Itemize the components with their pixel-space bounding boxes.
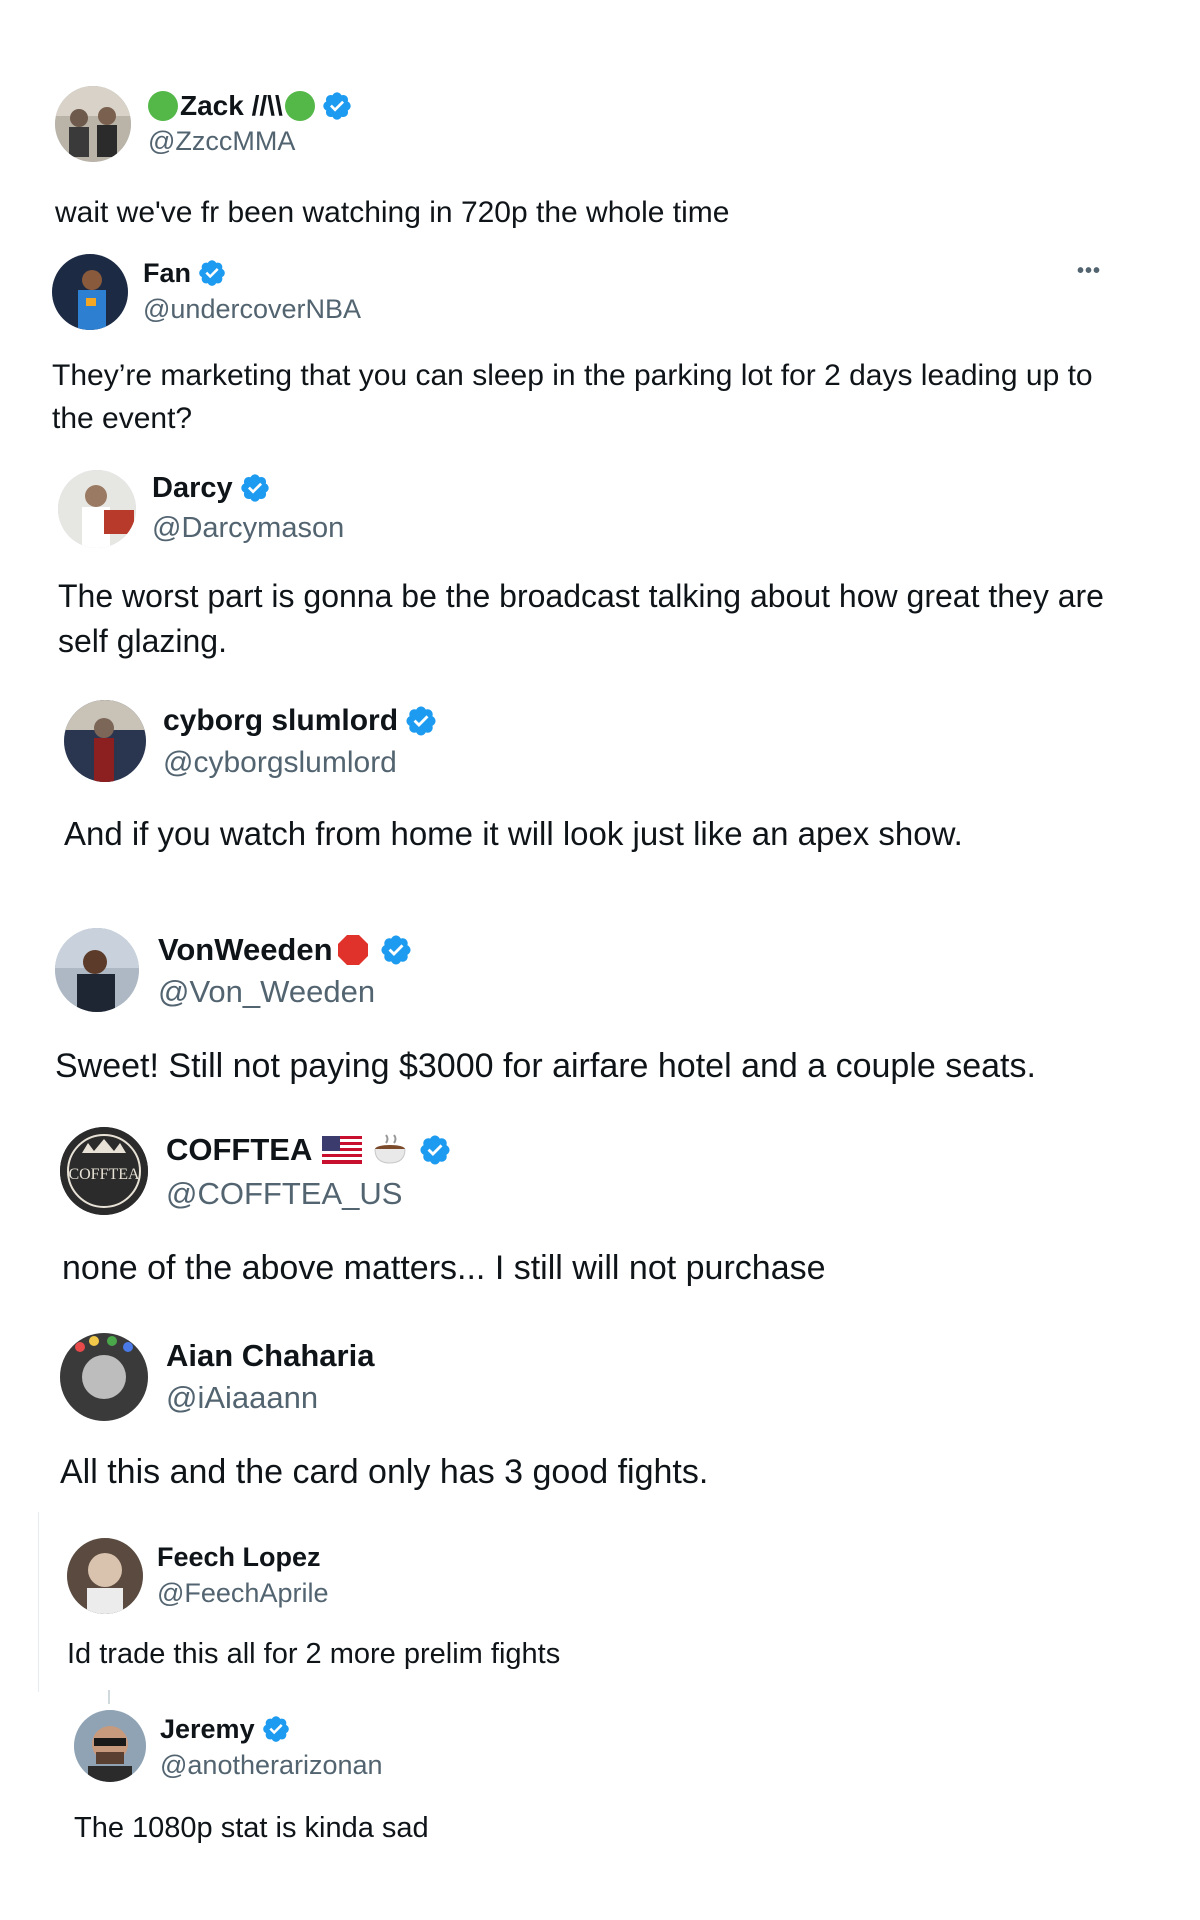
display-name[interactable]: Zack //\\ [180,90,283,122]
avatar[interactable] [60,1333,148,1421]
display-name-row: cyborg slumlord [163,702,438,740]
display-name[interactable]: cyborg slumlord [163,704,398,738]
verified-badge-icon [404,704,438,738]
display-name-row: Zack //\\ [148,88,353,124]
us-flag-emoji [322,1136,363,1164]
post-text: All this and the card only has 3 good fi… [60,1453,709,1491]
handle[interactable]: @COFFTEA_US [166,1176,402,1212]
display-name-row: Jeremy [160,1712,291,1746]
avatar[interactable]: COFFTEA [60,1127,148,1215]
handle[interactable]: @Von_Weeden [158,974,375,1010]
post-text: The worst part is gonna be the broadcast… [58,578,1104,660]
display-name-row: Aian Chaharia [166,1336,374,1376]
avatar[interactable] [64,700,146,782]
handle[interactable]: @iAiaaann [166,1380,318,1416]
avatar[interactable] [67,1538,143,1614]
avatar-logo-text: COFFTEA [68,1166,140,1183]
thread-line [108,1690,110,1704]
display-name[interactable]: Aian Chaharia [166,1338,374,1374]
display-name[interactable]: Fan [143,258,191,289]
display-name-row: COFFTEA [166,1130,452,1170]
green-circle-emoji [284,91,315,121]
display-name[interactable]: Jeremy [160,1714,255,1745]
display-name[interactable]: VonWeeden [158,932,333,968]
verified-badge-icon [239,472,271,504]
avatar[interactable] [52,254,128,330]
handle[interactable]: @anotherarizonan [160,1750,383,1781]
display-name[interactable]: Feech Lopez [157,1542,321,1573]
more-options-icon[interactable]: ••• [1077,260,1101,283]
avatar[interactable] [55,928,139,1012]
post-text: The 1080p stat is kinda sad [74,1812,429,1844]
verified-badge-icon [321,90,353,122]
display-name[interactable]: COFFTEA [166,1132,312,1168]
handle[interactable]: @undercoverNBA [143,294,361,325]
post-text: wait we've fr been watching in 720p the … [55,196,730,229]
display-name-row: Fan [143,256,227,290]
post-text: Sweet! Still not paying $3000 for airfar… [55,1047,1036,1085]
avatar[interactable] [74,1710,146,1782]
avatar[interactable] [55,86,131,162]
hot-beverage-emoji [372,1133,410,1167]
handle[interactable]: @ZzccMMA [148,126,295,157]
display-name-row: Darcy [152,470,271,506]
handle[interactable]: @FeechAprile [157,1578,328,1609]
handle[interactable]: @Darcymason [152,512,344,545]
avatar[interactable] [58,470,136,548]
display-name-row: VonWeeden [158,930,413,970]
verified-badge-icon [197,258,227,288]
verified-badge-icon [261,1714,291,1744]
post-text: none of the above matters... I still wil… [62,1249,826,1287]
handle[interactable]: @cyborgslumlord [163,746,397,780]
post-text: Id trade this all for 2 more prelim figh… [67,1638,561,1670]
post-text: They’re marketing that you can sleep in … [52,359,1093,435]
thread-line [38,1512,39,1692]
green-circle-emoji [148,91,178,121]
verified-badge-icon [379,933,413,967]
stop-sign-emoji [337,934,369,966]
post-text: And if you watch from home it will look … [64,815,963,852]
display-name-row: Feech Lopez [157,1540,321,1574]
display-name[interactable]: Darcy [152,472,233,505]
verified-badge-icon [418,1133,452,1167]
